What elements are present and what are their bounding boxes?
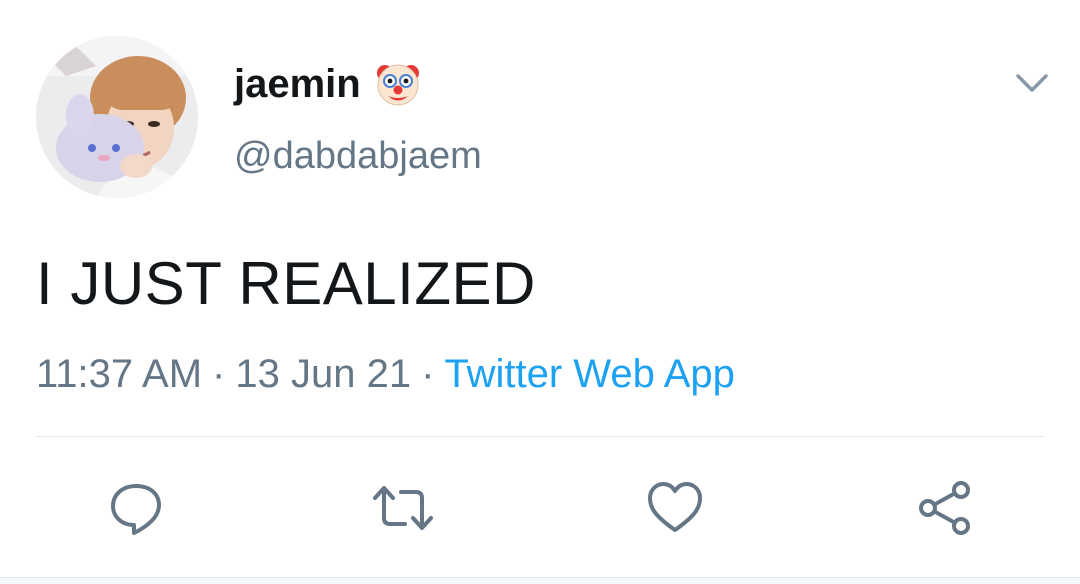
tweet-time[interactable]: 11:37 AM	[36, 352, 202, 396]
display-name[interactable]: jaemin	[234, 58, 361, 110]
tweet-date[interactable]: 13 Jun 21	[235, 352, 411, 396]
tweet-text: I JUST REALIZED	[36, 250, 536, 317]
reply-button[interactable]	[98, 470, 174, 546]
clown-face-icon	[376, 64, 419, 106]
retweet-icon	[373, 486, 433, 530]
share-button[interactable]	[907, 470, 983, 546]
heart-icon	[648, 482, 702, 532]
bottom-divider	[0, 577, 1080, 584]
meta-separator: ·	[212, 352, 226, 396]
tweet-detail: jaemin @dabdabjaem I JUST REALIZED 11:37…	[0, 0, 1080, 584]
avatar-photo	[36, 36, 198, 198]
avatar[interactable]	[36, 36, 198, 198]
reply-icon	[111, 484, 161, 535]
like-button[interactable]	[637, 470, 713, 546]
share-icon	[919, 481, 970, 535]
meta-separator: ·	[421, 352, 435, 396]
display-name-row: jaemin	[234, 58, 423, 110]
chevron-down-icon[interactable]	[1012, 66, 1052, 98]
action-bar	[0, 470, 1080, 546]
retweet-button[interactable]	[365, 470, 441, 546]
tweet-meta: 11:37 AM · 13 Jun 21 · Twitter Web App	[36, 346, 735, 402]
divider	[36, 436, 1044, 437]
user-handle[interactable]: @dabdabjaem	[234, 132, 482, 180]
tweet-source-link[interactable]: Twitter Web App	[444, 352, 735, 396]
